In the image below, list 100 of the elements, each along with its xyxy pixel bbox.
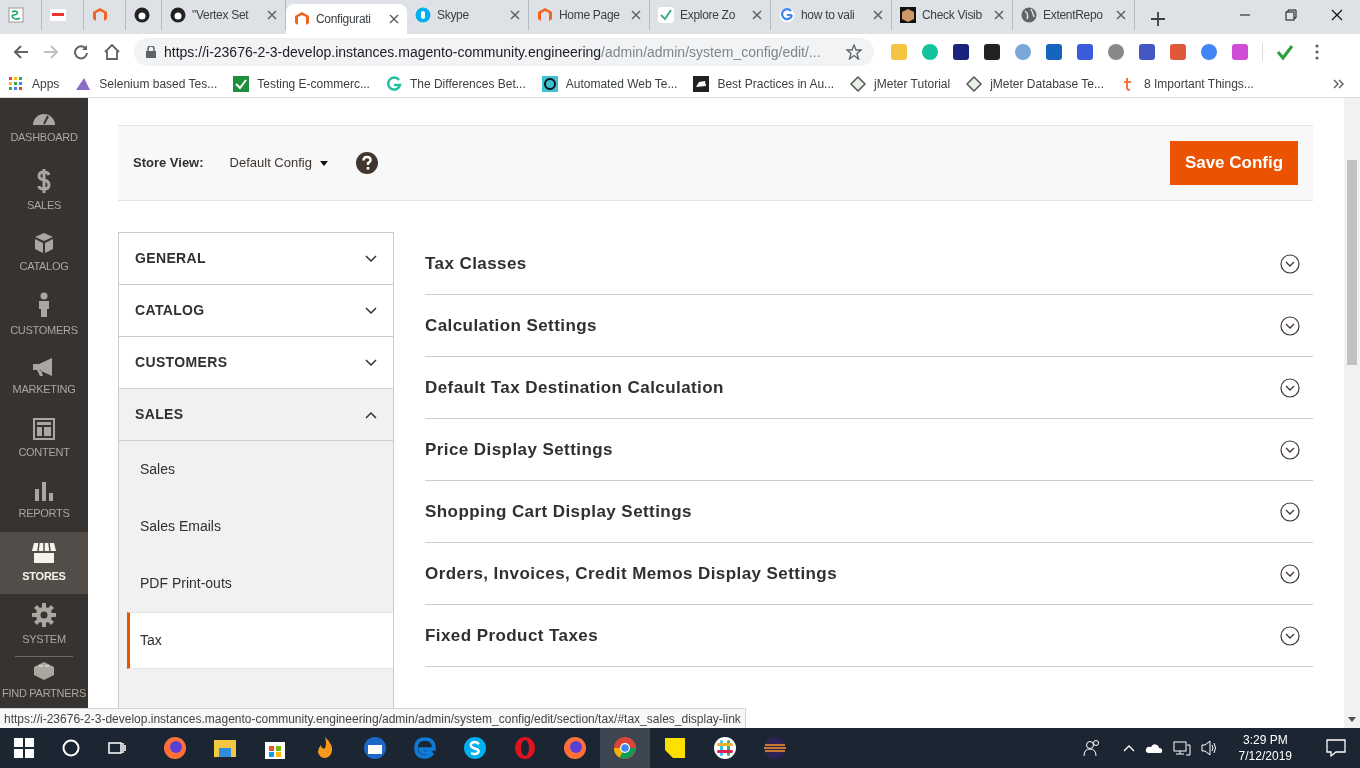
bookmark-link[interactable]: jMeter Database Te...: [990, 74, 1104, 93]
circle-chevron-down-icon: [1280, 253, 1300, 274]
section-header[interactable]: Shopping Cart Display Settings: [425, 481, 1313, 543]
admin-menu-item[interactable]: SYSTEM: [0, 594, 88, 656]
o-ring-icon[interactable]: [513, 736, 537, 760]
cloud-icon[interactable]: [1144, 742, 1163, 754]
hash-pinwheel-icon[interactable]: [713, 736, 737, 760]
admin-menu-item[interactable]: MARKETING: [0, 346, 88, 408]
notification-icon[interactable]: [1326, 739, 1346, 757]
tab-title: Skype: [437, 7, 469, 24]
browser-tab[interactable]: Home Page: [529, 0, 650, 30]
section-header[interactable]: Fixed Product Taxes: [425, 605, 1313, 667]
config-subitem[interactable]: PDF Print-outs: [119, 555, 393, 612]
section-header[interactable]: Price Display Settings: [425, 419, 1313, 481]
scroll-down-icon[interactable]: [1348, 717, 1356, 722]
new-tab-icon[interactable]: [1151, 12, 1165, 26]
close-icon[interactable]: [389, 14, 399, 24]
store-view-dropdown[interactable]: Default Config: [229, 153, 328, 173]
config-group-header[interactable]: GENERAL: [118, 232, 394, 285]
section-header[interactable]: Calculation Settings: [425, 295, 1313, 357]
tab-title: Home Page: [559, 7, 620, 24]
bookmark-link[interactable]: jMeter Tutorial: [874, 74, 951, 93]
diamond-icon: [966, 75, 983, 92]
close-icon[interactable]: [1331, 9, 1343, 21]
section-header[interactable]: Tax Classes: [425, 233, 1313, 295]
admin-menu-item[interactable]: SALES: [0, 160, 88, 222]
config-group-header[interactable]: SALES: [118, 388, 394, 441]
bookmark-link[interactable]: Selenium based Tes...: [99, 74, 218, 93]
restore-icon[interactable]: [1285, 9, 1297, 21]
windows-logo-icon[interactable]: [14, 738, 34, 758]
tab-title: how to vali: [801, 7, 855, 24]
admin-menu-item[interactable]: REPORTS: [0, 470, 88, 532]
admin-menu-item[interactable]: DASHBOARD: [0, 98, 88, 160]
save-config-button[interactable]: Save Config: [1170, 141, 1298, 185]
bookmark-link[interactable]: Apps: [32, 74, 60, 93]
browser-tab[interactable]: Skype: [407, 0, 529, 30]
tab-title: Explore Zo: [680, 7, 736, 24]
bookmark-link[interactable]: Testing E-commerc...: [257, 74, 370, 93]
scrollbar[interactable]: [1344, 98, 1360, 728]
fox-icon[interactable]: [163, 736, 187, 760]
extension-icon[interactable]: [983, 43, 1001, 61]
chevron-up-icon[interactable]: [1122, 744, 1135, 752]
address-bar[interactable]: https://i-23676-2-3-develop.instances.magento-community.engineering/admin/admin/system_config/edit/...: [134, 38, 874, 66]
hexagon-icon: [537, 7, 553, 23]
extension-icon[interactable]: [1138, 43, 1156, 61]
star-icon[interactable]: [846, 44, 862, 60]
circle-chevron-down-icon: [1280, 315, 1300, 336]
people-icon[interactable]: [1082, 739, 1101, 757]
bookmark-link[interactable]: 8 Important Things...: [1144, 74, 1254, 93]
section-header[interactable]: Default Tax Destination Calculation: [425, 357, 1313, 419]
browser-tab[interactable]: ExtentRepo: [1013, 0, 1135, 30]
circle-chevron-down-icon: [1280, 501, 1300, 522]
storefront-icon: [31, 541, 57, 564]
extension-icon[interactable]: [952, 43, 970, 61]
bookmark-link[interactable]: The Differences Bet...: [409, 74, 526, 93]
browser-tab[interactable]: Explore Zo: [650, 0, 771, 30]
back-arrow-icon[interactable]: [13, 44, 29, 60]
e-letter-icon[interactable]: [413, 736, 437, 760]
bookmark-link[interactable]: Best Practices in Au...: [717, 74, 835, 93]
reload-icon[interactable]: [73, 44, 89, 60]
task-view-icon[interactable]: [108, 740, 126, 756]
admin-menu-item[interactable]: STORES: [0, 532, 88, 594]
home-icon[interactable]: [103, 43, 121, 61]
more-menu-icon[interactable]: [1315, 44, 1319, 60]
admin-menu-item[interactable]: CUSTOMERS: [0, 284, 88, 346]
help-icon[interactable]: [355, 152, 378, 174]
browser-tab[interactable]: Configurati: [286, 4, 407, 34]
browser-tab[interactable]: "Vertex Set: [162, 0, 286, 30]
chevron-double-icon[interactable]: [1332, 77, 1344, 90]
config-subitem[interactable]: Tax: [127, 612, 393, 669]
planet-icon[interactable]: [763, 736, 787, 760]
search-circle-icon[interactable]: [62, 739, 80, 757]
g-logo-icon: [779, 7, 795, 23]
bookmark-link[interactable]: Automated Web Te...: [565, 74, 678, 93]
clock-date[interactable]: 7/12/2019: [1238, 748, 1292, 764]
browser-tab[interactable]: Check Visib: [892, 0, 1013, 30]
fox-icon[interactable]: [563, 736, 587, 760]
admin-menu-item[interactable]: CONTENT: [0, 408, 88, 470]
status-url-text: https://i-23676-2-3-develop.instances.magento-community.engineering/admin/admin/system_config/edit/section/tax/#tax_sales_display-link: [0, 708, 746, 728]
clock-time[interactable]: 3:29 PM: [1242, 732, 1288, 748]
tab-title: "Vertex Set: [192, 7, 249, 24]
config-group-header[interactable]: CUSTOMERS: [118, 336, 394, 389]
tab-title: Check Visib: [922, 7, 982, 24]
config-subitem[interactable]: Sales: [119, 441, 393, 498]
network-icon[interactable]: [1172, 740, 1191, 756]
admin-menu-item[interactable]: CATALOG: [0, 222, 88, 284]
circle-chevron-down-icon: [1280, 563, 1300, 584]
config-subitem[interactable]: Sales Emails: [119, 498, 393, 555]
sticky-note-icon[interactable]: [663, 736, 687, 760]
checkmark-icon[interactable]: [1276, 43, 1294, 61]
chrome-icon[interactable]: [613, 736, 637, 760]
browser-tab[interactable]: how to vali: [771, 0, 892, 30]
config-group-header[interactable]: CATALOG: [118, 284, 394, 337]
scrollbar-thumb[interactable]: [1347, 160, 1357, 365]
speaker-icon[interactable]: [1200, 740, 1219, 756]
circle-chevron-down-icon: [1280, 377, 1300, 398]
admin-menu-item[interactable]: FIND PARTNERS: [0, 657, 88, 703]
section-header[interactable]: Orders, Invoices, Credit Memos Display Settings: [425, 543, 1313, 605]
chevron-down-icon: [365, 358, 377, 367]
caret-icon: [319, 160, 328, 166]
